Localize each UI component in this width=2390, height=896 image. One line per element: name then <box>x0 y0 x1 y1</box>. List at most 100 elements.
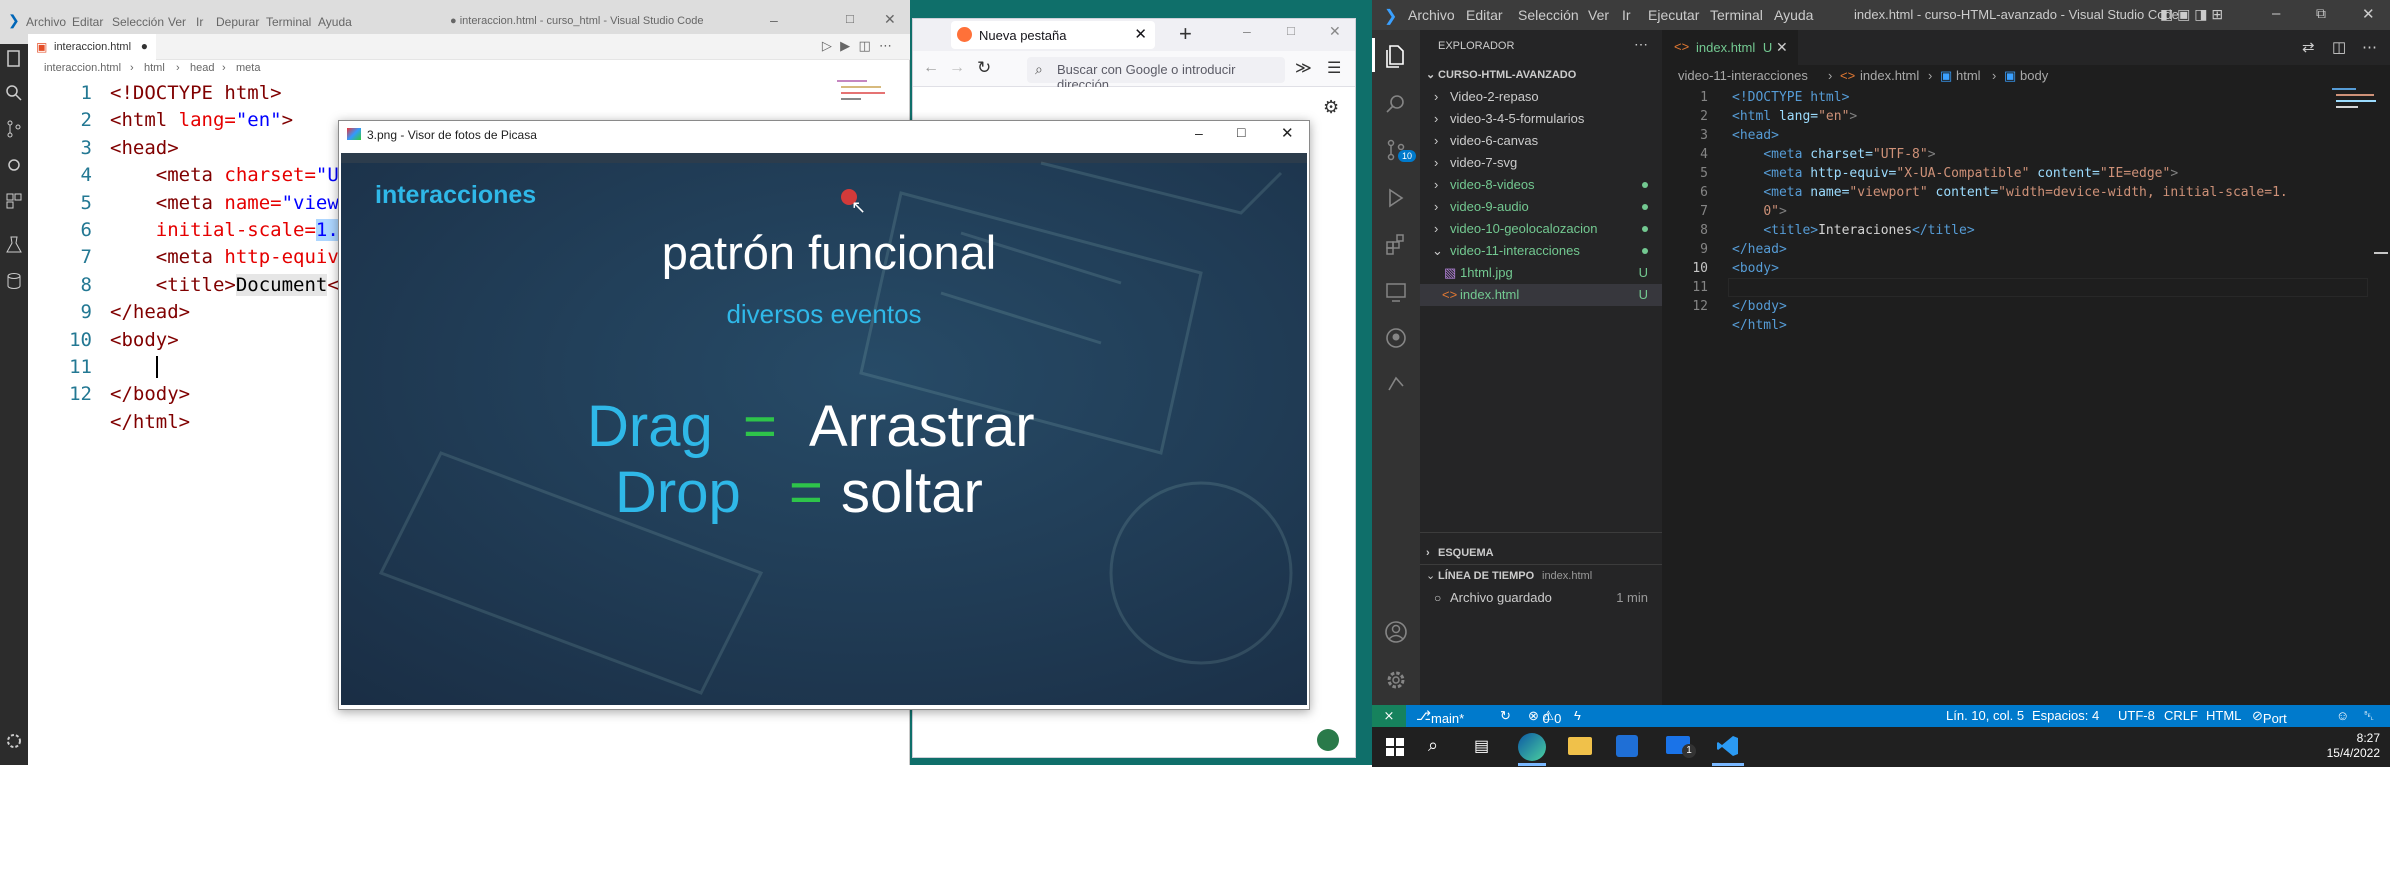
menu-terminal[interactable]: Terminal <box>266 15 311 29</box>
folder-item[interactable]: › video-3-4-5-formularios <box>1420 108 1662 130</box>
cursor-position[interactable]: Lín. 10, col. 5 <box>1946 708 2024 723</box>
search-icon[interactable] <box>1384 92 1408 116</box>
extensions-icon[interactable] <box>1384 232 1408 256</box>
breadcrumb-folder[interactable]: video-11-interacciones <box>1678 68 1808 83</box>
vscode-taskbar-icon[interactable] <box>1716 734 1740 758</box>
compare-changes-icon[interactable]: ⇄ <box>2302 38 2315 56</box>
code-area[interactable]: <!DOCTYPE html> <html lang="en"> <head> <m… <box>1732 88 2288 335</box>
problems-indicator[interactable]: ⊗ 0 ⚠ 0 <box>1528 708 1561 726</box>
menu-terminal[interactable]: Terminal <box>1710 7 1763 23</box>
folder-item[interactable]: › video-8-videos <box>1420 174 1662 196</box>
clock[interactable]: 8:27 15/4/2022 <box>2310 731 2380 761</box>
project-root[interactable]: ⌄ CURSO-HTML-AVANZADO <box>1420 64 1662 86</box>
manage-gear-icon[interactable] <box>1384 668 1408 692</box>
tab-close-icon[interactable]: ✕ <box>1134 25 1147 43</box>
back-arrow-icon[interactable]: ← <box>923 59 939 77</box>
notifications-bell-icon[interactable]: ␇ <box>2364 708 2374 724</box>
left-code-area[interactable]: <!DOCTYPE html> <html lang="en"> <head> <m… <box>110 80 351 436</box>
source-control-icon[interactable] <box>3 118 25 140</box>
split-editor-icon[interactable]: ◫ <box>2332 38 2346 56</box>
tab-index-html[interactable]: <> index.html U ✕ <box>1662 30 1798 65</box>
breadcrumb-html[interactable]: html <box>1956 68 1981 83</box>
live-share-icon[interactable] <box>1384 372 1408 396</box>
more-actions-icon[interactable]: ⋯ <box>1634 36 1648 53</box>
breadcrumb-head[interactable]: head <box>190 62 214 74</box>
testing-icon[interactable] <box>3 234 25 256</box>
breadcrumb-meta[interactable]: meta <box>236 62 260 74</box>
menu-seleccion[interactable]: Selección <box>112 15 164 29</box>
search-icon[interactable] <box>3 82 25 104</box>
forward-arrow-icon[interactable]: → <box>949 59 965 77</box>
breadcrumb-file[interactable]: interaccion.html <box>44 62 121 74</box>
close-icon[interactable]: ✕ <box>884 11 896 28</box>
ff-maximize-icon[interactable]: □ <box>1287 23 1295 38</box>
folder-item[interactable]: › video-10-geolocalozacion <box>1420 218 1662 240</box>
explorer-files-icon[interactable] <box>1384 44 1408 68</box>
timeline-section[interactable]: ⌄ LÍNEA DE TIEMPO index.html <box>1420 565 1662 587</box>
remote-explorer-icon[interactable] <box>1384 280 1408 304</box>
menu-ver[interactable]: Ver <box>1588 7 1609 23</box>
breadcrumb-file[interactable]: index.html <box>1860 68 1919 83</box>
menu-ayuda[interactable]: Ayuda <box>1774 7 1813 23</box>
menu-editar[interactable]: Editar <box>1466 7 1503 23</box>
overflow-chevron-icon[interactable]: ≫ <box>1295 58 1312 78</box>
menu-ir[interactable]: Ir <box>196 15 203 29</box>
settings-gear-icon[interactable] <box>3 730 25 752</box>
menu-archivo[interactable]: Archivo <box>1408 7 1455 23</box>
menu-depurar[interactable]: Depurar <box>216 15 259 29</box>
mail-icon[interactable]: 1 <box>1666 736 1696 758</box>
tab-nueva-pestana[interactable]: Nueva pestaña ✕ <box>951 21 1155 49</box>
menu-ir[interactable]: Ir <box>1622 7 1631 23</box>
lightning-icon[interactable]: ϟ <box>1574 708 1581 723</box>
edge-browser-icon[interactable] <box>1518 733 1546 761</box>
taskbar-search-icon[interactable]: ⌕ <box>1428 735 1438 756</box>
minimap[interactable] <box>835 78 895 108</box>
settings-gear-icon[interactable]: ⚙ <box>1323 97 1339 118</box>
menu-editar[interactable]: Editar <box>72 15 103 29</box>
indentation[interactable]: Espacios: 4 <box>2032 708 2099 723</box>
picasa-minimize-icon[interactable]: – <box>1195 125 1203 141</box>
run-icon[interactable]: ▷ ▶ ◫ ⋯ <box>822 39 892 54</box>
breadcrumb-body[interactable]: body <box>2020 68 2048 83</box>
breadcrumb-html[interactable]: html <box>144 62 165 74</box>
maximize-icon[interactable]: □ <box>846 11 854 26</box>
menu-ver[interactable]: Ver <box>168 15 186 29</box>
restore-icon[interactable]: ⧉ <box>2316 5 2326 22</box>
github-icon[interactable] <box>1384 326 1408 350</box>
minimize-icon[interactable]: – <box>2272 5 2280 22</box>
feedback-icon[interactable]: ☺ <box>2336 708 2349 723</box>
encoding[interactable]: UTF-8 <box>2118 708 2155 723</box>
branch-indicator[interactable]: ⎇ main* <box>1416 708 1464 726</box>
tab-interaccion-html[interactable]: ▣ interaccion.html ● <box>28 34 156 60</box>
unsaved-dot-icon[interactable]: ● <box>141 39 148 53</box>
folder-item[interactable]: › Video-2-repaso <box>1420 86 1662 108</box>
file-item[interactable]: ▧ 1html.jpg U <box>1420 262 1662 284</box>
minimize-icon[interactable]: – <box>770 12 778 28</box>
picasa-close-icon[interactable]: ✕ <box>1281 124 1294 142</box>
close-icon[interactable]: ✕ <box>2362 5 2375 23</box>
microsoft-store-icon[interactable] <box>1616 735 1638 757</box>
menu-ejecutar[interactable]: Ejecutar <box>1648 7 1699 23</box>
reload-icon[interactable]: ↻ <box>977 58 991 78</box>
file-item-selected[interactable]: <> index.html U <box>1420 284 1662 306</box>
windows-start-icon[interactable] <box>1386 738 1404 756</box>
layout-toggles-icon[interactable]: ◧ ▣ ◨ ⊞ <box>2160 6 2223 23</box>
minimap[interactable] <box>2330 86 2378 112</box>
tab-close-icon[interactable]: ✕ <box>1776 39 1788 56</box>
menu-seleccion[interactable]: Selección <box>1518 7 1579 23</box>
folder-item[interactable]: › video-9-audio <box>1420 196 1662 218</box>
ff-minimize-icon[interactable]: – <box>1243 23 1251 39</box>
file-explorer-icon[interactable] <box>1568 737 1592 755</box>
grammar-bubble-icon[interactable] <box>1317 729 1339 751</box>
picasa-maximize-icon[interactable]: □ <box>1237 124 1245 140</box>
database-icon[interactable] <box>3 270 25 292</box>
extensions-icon[interactable] <box>3 190 25 212</box>
account-icon[interactable] <box>1384 620 1408 644</box>
outline-section[interactable]: › ESQUEMA <box>1420 542 1662 564</box>
ff-close-icon[interactable]: ✕ <box>1329 23 1341 40</box>
files-icon[interactable] <box>3 48 25 70</box>
folder-item[interactable]: › video-6-canvas <box>1420 130 1662 152</box>
folder-item[interactable]: › video-7-svg <box>1420 152 1662 174</box>
timeline-entry[interactable]: ○ Archivo guardado 1 min <box>1420 587 1662 609</box>
menu-archivo[interactable]: Archivo <box>26 15 66 29</box>
